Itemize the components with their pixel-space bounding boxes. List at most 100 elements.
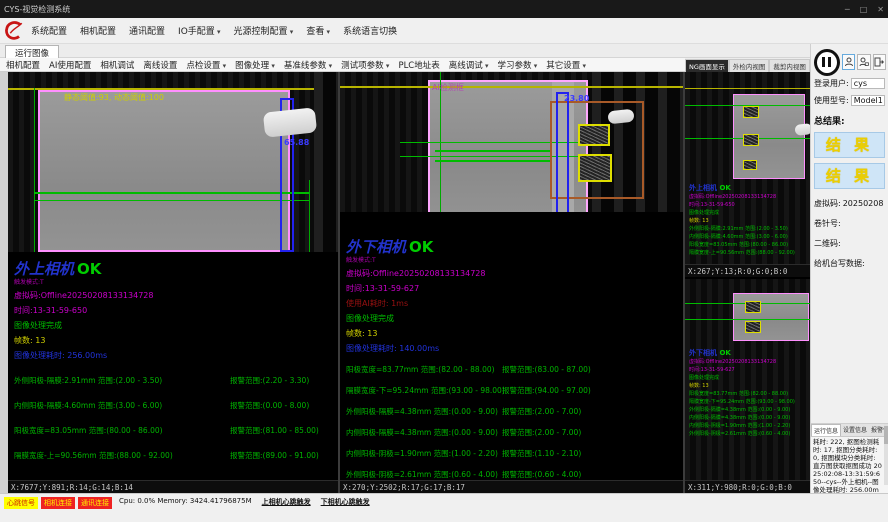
user-login-button[interactable] bbox=[842, 54, 855, 70]
tool-offline-debug[interactable]: 离线调试 bbox=[449, 59, 489, 71]
measure-line-green bbox=[685, 319, 810, 320]
scrollbar-thumb[interactable] bbox=[884, 426, 888, 444]
mini-view-bottom-viewport[interactable]: 外下相机 OK 虚拟码:Offline20250208133134728 时间:… bbox=[685, 279, 810, 480]
mini-line: 内侧阳极-隔膜:4.60mm 范围:(3.00 - 6.00) bbox=[689, 233, 807, 241]
model-field[interactable]: Model1 bbox=[851, 95, 885, 106]
menu-view[interactable]: 查看 bbox=[306, 24, 330, 37]
upper-camera-heartbeat-link[interactable]: 上相机心跳触发 bbox=[262, 497, 311, 507]
tab-strip: 运行图像 bbox=[0, 44, 888, 58]
machinery-background bbox=[314, 72, 338, 252]
mini-line: 外侧阳极-阴极=2.61mm 范围:(0.60 - 4.00) bbox=[689, 430, 807, 438]
lower-camera-viewport[interactable]: AI检测框 23.80 bbox=[340, 72, 683, 212]
measure-text: 阳极宽度=83.77mm 范围:(82.00 - 88.00) bbox=[346, 364, 502, 375]
tool-camera-debug[interactable]: 相机调试 bbox=[100, 59, 134, 71]
user-lock-button[interactable] bbox=[857, 54, 870, 70]
mini-view-top-panel: 外上相机 OK 虚拟码:Offline20250208133134728 时间:… bbox=[685, 72, 810, 277]
tool-image-process[interactable]: 图像处理 bbox=[235, 59, 275, 71]
mini-view-top-viewport[interactable]: 外上相机 OK 虚拟码:Offline20250208133134728 时间:… bbox=[685, 72, 810, 264]
maximize-icon[interactable]: □ bbox=[860, 5, 868, 14]
mini-line: 图像处理完成 bbox=[689, 209, 807, 217]
result-indicator-1: 结 果 bbox=[814, 132, 885, 158]
tool-learn-params[interactable]: 学习参数 bbox=[498, 59, 538, 71]
minimize-icon[interactable]: ─ bbox=[845, 5, 850, 14]
measure-row: 内侧阳极-隔膜=4.38mm 范围:(0.00 - 9.00)报警范围:(2.0… bbox=[346, 427, 677, 438]
exit-door-icon bbox=[874, 57, 884, 67]
tool-spot-check[interactable]: 点检设置 bbox=[186, 59, 226, 71]
alarm-range: 报警范围:(81.00 - 85.00) bbox=[230, 425, 319, 436]
exit-button[interactable] bbox=[873, 54, 886, 70]
menu-comm-config[interactable]: 通讯配置 bbox=[129, 24, 165, 37]
defect-box bbox=[743, 134, 759, 146]
measure-row: 外侧阳极-隔膜:2.91mm 范围:(2.00 - 3.50)报警范围:(2.2… bbox=[14, 375, 332, 386]
upper-camera-viewport[interactable]: 静态阈值:93, 动态阈值:100 65.88 bbox=[8, 72, 338, 252]
mini-line: 帧数: 13 bbox=[689, 382, 807, 390]
status-ok: OK bbox=[409, 238, 433, 256]
cpu-memory-readout: Cpu: 0.0% Memory: 3424.41796875M bbox=[119, 497, 252, 505]
measure-row: 隔膜宽度-上=90.56mm 范围:(88.00 - 92.00)报警范围:(8… bbox=[14, 450, 332, 461]
app-window: CYS-视觉检测系统 ─ □ ✕ 系统配置 相机配置 通讯配置 IO手配置 光源… bbox=[0, 0, 888, 522]
measure-line-green bbox=[34, 192, 310, 194]
mini-view-tabs: NG画面显示 外检内视图 裁剪内视图 bbox=[685, 58, 810, 72]
menu-camera-config[interactable]: 相机配置 bbox=[80, 24, 116, 37]
process-done-line: 图像处理完成 bbox=[14, 320, 332, 331]
measure-text: 外侧阳极-隔膜:2.91mm 范围:(2.00 - 3.50) bbox=[14, 375, 230, 386]
mini-line: 阳极宽度=83.05mm 范围:(80.00 - 86.00) bbox=[689, 241, 807, 249]
tab-outer-view[interactable]: 外检内视图 bbox=[729, 59, 770, 72]
user-lock-icon bbox=[859, 57, 869, 67]
time-line: 时间:13-31-59-627 bbox=[346, 283, 677, 294]
measure-line-green bbox=[34, 200, 310, 201]
tool-camera-config[interactable]: 相机配置 bbox=[6, 59, 40, 71]
measure-text: 内侧阳极-隔膜=4.38mm 范围:(0.00 - 9.00) bbox=[346, 427, 502, 438]
qr-code-label: 二维码: bbox=[814, 238, 841, 249]
menu-io-config[interactable]: IO手配置 bbox=[178, 24, 221, 37]
tool-plc-address[interactable]: PLC地址表 bbox=[398, 59, 439, 71]
tab-run-info[interactable]: 运行信息 bbox=[811, 424, 841, 436]
defect-box bbox=[743, 160, 757, 170]
menu-language-switch[interactable]: 系统语言切换 bbox=[343, 24, 397, 37]
tab-ng-display[interactable]: NG画面显示 bbox=[685, 59, 729, 72]
left-gutter bbox=[0, 72, 8, 493]
tab-setting-info[interactable]: 设置信息 bbox=[841, 424, 869, 436]
log-scrollbar[interactable] bbox=[884, 424, 888, 485]
tool-baseline-params[interactable]: 基准线参数 bbox=[284, 59, 332, 71]
camera-name: 外下相机 bbox=[346, 238, 406, 256]
pixel-coordinate-readout: X:270;Y:2502;R:17;G:17;B:17 bbox=[340, 480, 683, 493]
tab-crop-view[interactable]: 裁剪内视图 bbox=[769, 59, 810, 72]
frame-count-line: 帧数: 13 bbox=[346, 328, 677, 339]
barcode-line: 虚拟码:Offline20250208133134728 bbox=[346, 268, 677, 279]
lower-camera-heartbeat-link[interactable]: 下相机心跳触发 bbox=[321, 497, 370, 507]
statistics-section: 运行信息 设置信息 报警信息 耗时: 222, 抠图检测耗时: 17, 抠图分类… bbox=[811, 423, 888, 493]
defect-box bbox=[743, 106, 759, 118]
pixel-coordinate-readout: X:311;Y:980;R:0;G:0;B:0 bbox=[685, 480, 810, 493]
mini-line: 外侧阳极-隔膜:2.91mm 范围:(2.00 - 3.50) bbox=[689, 225, 807, 233]
measure-text: 阳极宽度=83.05mm 范围:(80.00 - 86.00) bbox=[14, 425, 230, 436]
camera-name: 外下相机 bbox=[689, 349, 717, 357]
mini-line: 隔膜宽度-下=95.24mm 范围:(93.00 - 98.00) bbox=[689, 398, 807, 406]
login-user-field[interactable]: cys bbox=[851, 78, 885, 89]
close-icon[interactable]: ✕ bbox=[877, 5, 884, 14]
needle-row: 卷针号: bbox=[811, 218, 888, 229]
defect-box bbox=[745, 321, 761, 333]
mini-line: 内侧阳极-隔膜=4.38mm 范围:(0.00 - 9.00) bbox=[689, 414, 807, 422]
measure-text: 隔膜宽度-上=90.56mm 范围:(88.00 - 92.00) bbox=[14, 450, 230, 461]
mini-line: 隔膜宽度-上=90.56mm 范围:(88.00 - 92.00) bbox=[689, 249, 807, 257]
menu-light-config[interactable]: 光源控制配置 bbox=[234, 24, 294, 37]
tool-test-params[interactable]: 测试项参数 bbox=[341, 59, 389, 71]
pause-button[interactable] bbox=[814, 49, 840, 76]
tool-other-setting[interactable]: 其它设置 bbox=[546, 59, 586, 71]
measure-row: 内侧阳极-阴极=1.90mm 范围:(1.00 - 2.20)报警范围:(1.1… bbox=[346, 448, 677, 459]
toolbar: 相机配置 AI使用配置 相机调试 离线设置 点检设置 图像处理 基准线参数 测试… bbox=[0, 58, 685, 72]
tool-ai-use-config[interactable]: AI使用配置 bbox=[49, 59, 91, 71]
threshold-overlay-label: 静态阈值:93, 动态阈值:100 bbox=[64, 92, 164, 103]
pixel-coordinate-readout: X:267;Y:13;R:0;G:0;B:0 bbox=[685, 264, 810, 277]
defect-box bbox=[578, 124, 610, 146]
mini-line: 内侧阳极-阴极=1.90mm 范围:(1.00 - 2.20) bbox=[689, 422, 807, 430]
measure-row: 外侧阳极-阴极=2.61mm 范围:(0.60 - 4.00)报警范围:(0.6… bbox=[346, 469, 677, 480]
width-value-label: 65.88 bbox=[284, 138, 309, 147]
measure-line-green bbox=[435, 150, 550, 152]
tool-offline-setting[interactable]: 离线设置 bbox=[143, 59, 177, 71]
pixel-coordinate-readout: X:7677;Y:891;R:14;G:14;B:14 bbox=[8, 480, 338, 493]
menu-system-config[interactable]: 系统配置 bbox=[31, 24, 67, 37]
frame-count-line: 帧数: 13 bbox=[14, 335, 332, 346]
baseline-yellow bbox=[340, 86, 683, 88]
